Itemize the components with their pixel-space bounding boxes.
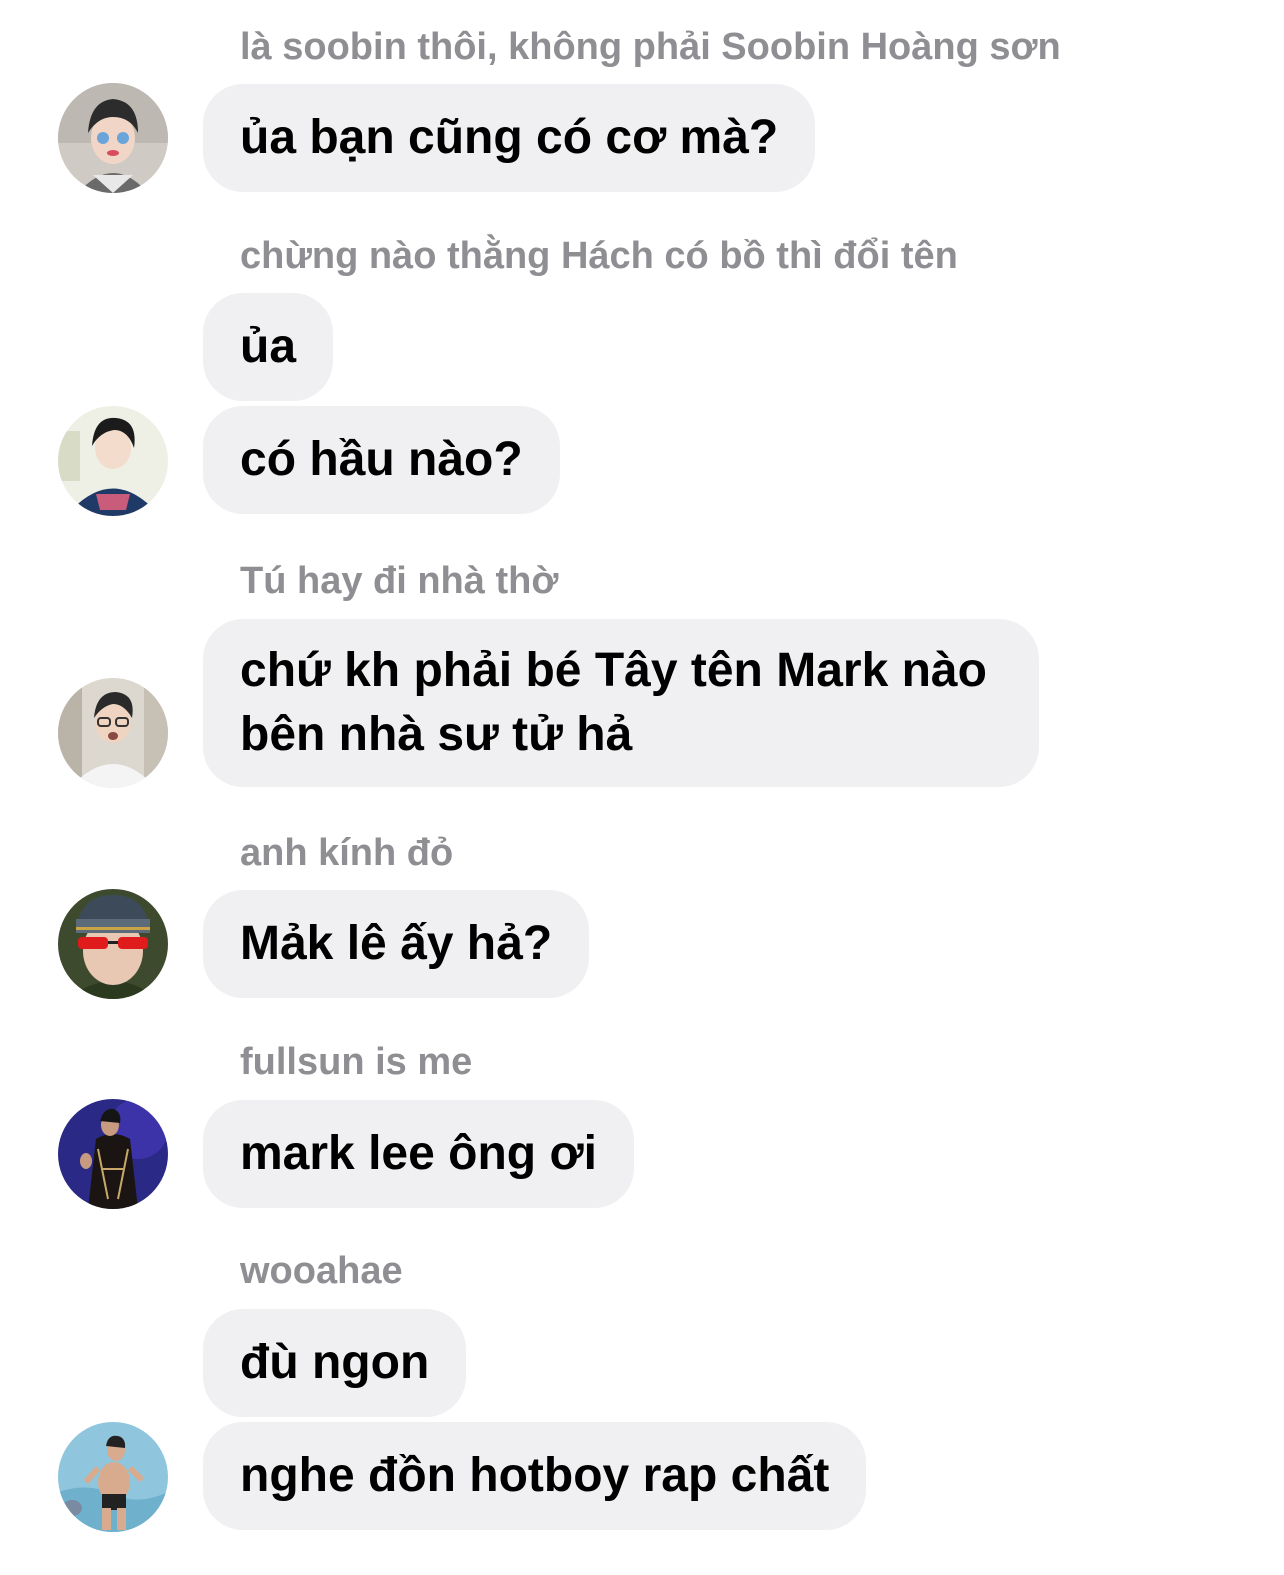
avatar-4-icon[interactable] (58, 889, 168, 999)
message-text: ủa (240, 320, 297, 373)
avatar-3-icon[interactable] (58, 678, 168, 788)
message-bubble[interactable]: nghe đồn hotboy rap chất (203, 1422, 867, 1530)
sender-name: anh kính đỏ (240, 832, 454, 874)
sender-name: Tú hay đi nhà thờ (240, 560, 559, 602)
message-text: có hầu nào? (240, 433, 523, 486)
sender-name: wooahae (240, 1250, 403, 1292)
message-bubble[interactable]: Mảk lê ấy hả? (203, 890, 590, 998)
avatar-5-icon[interactable] (58, 1099, 168, 1209)
message-text: Mảk lê ấy hả? (240, 917, 553, 970)
message-bubble[interactable]: có hầu nào? (203, 406, 560, 514)
sender-name: là soobin thôi, không phải Soobin Hoàng … (240, 26, 1061, 68)
message-text: nghe đồn hotboy rap chất (240, 1449, 830, 1502)
avatar-2-icon[interactable] (58, 406, 168, 516)
avatar-6-icon[interactable] (58, 1422, 168, 1532)
message-text: mark lee ông ơi (240, 1127, 597, 1180)
message-bubble[interactable]: chứ kh phải bé Tây tên Mark nào bên nhà … (203, 619, 1039, 787)
message-bubble[interactable]: mark lee ông ơi (203, 1100, 634, 1208)
message-text-line-1: chứ kh phải bé Tây tên Mark nào (240, 644, 987, 697)
avatar-1-icon[interactable] (58, 83, 168, 193)
sender-name: chừng nào thằng Hách có bồ thì đổi tên (240, 235, 958, 277)
sender-name: fullsun is me (240, 1041, 473, 1083)
message-bubble[interactable]: đù ngon (203, 1309, 467, 1417)
message-text: đù ngon (240, 1336, 430, 1389)
message-bubble[interactable]: ủa (203, 293, 334, 401)
message-text: ủa bạn cũng có cơ mà? (240, 111, 779, 164)
message-bubble[interactable]: ủa bạn cũng có cơ mà? (203, 84, 816, 192)
message-text-line-2: bên nhà sư tử hả (240, 708, 633, 761)
